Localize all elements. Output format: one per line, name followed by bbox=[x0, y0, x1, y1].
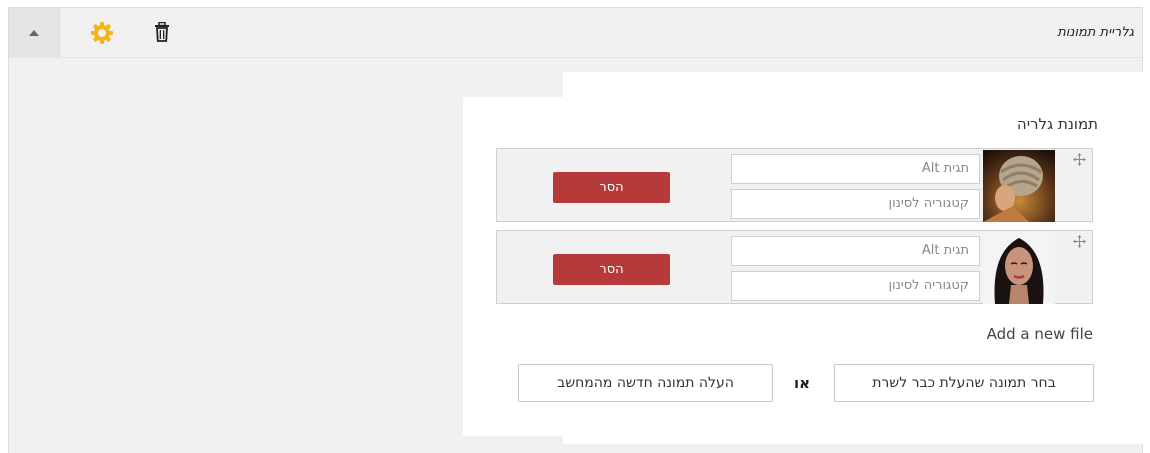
gear-icon[interactable] bbox=[91, 22, 113, 44]
panel-header: גלריית תמונות bbox=[9, 8, 1142, 58]
or-label: או bbox=[794, 374, 811, 392]
upload-new-image-button[interactable]: העלה תמונה חדשה מהמחשב bbox=[518, 364, 773, 402]
move-icon[interactable] bbox=[1073, 153, 1086, 166]
alt-tag-input[interactable]: תגית Alt bbox=[731, 154, 980, 184]
caret-up-icon bbox=[29, 30, 39, 36]
gallery-thumbnail[interactable] bbox=[983, 232, 1055, 304]
gallery-item: תגית Alt קטגוריה לסינון הסר bbox=[496, 148, 1093, 222]
remove-button[interactable]: הסר bbox=[553, 172, 670, 203]
content-area-bottom bbox=[563, 430, 1148, 444]
add-file-label: Add a new file bbox=[986, 325, 1093, 343]
panel-title: גלריית תמונות bbox=[1057, 25, 1134, 40]
gallery-thumbnail[interactable] bbox=[983, 150, 1055, 222]
gallery-item: תגית Alt קטגוריה לסינון הסר bbox=[496, 230, 1093, 304]
gallery-label: תמונת גלריה bbox=[1016, 115, 1098, 133]
trash-icon[interactable] bbox=[154, 22, 170, 42]
move-icon[interactable] bbox=[1073, 235, 1086, 248]
woman-portrait-photo bbox=[983, 232, 1055, 304]
choose-existing-image-button[interactable]: בחר תמונה שהעלת כבר לשרת bbox=[834, 364, 1094, 402]
filter-category-input[interactable]: קטגוריה לסינון bbox=[731, 189, 980, 219]
collapse-button[interactable] bbox=[9, 8, 60, 58]
remove-button[interactable]: הסר bbox=[553, 254, 670, 285]
filter-category-input[interactable]: קטגוריה לסינון bbox=[731, 271, 980, 301]
alt-tag-input[interactable]: תגית Alt bbox=[731, 236, 980, 266]
braided-hair-photo bbox=[983, 150, 1055, 222]
